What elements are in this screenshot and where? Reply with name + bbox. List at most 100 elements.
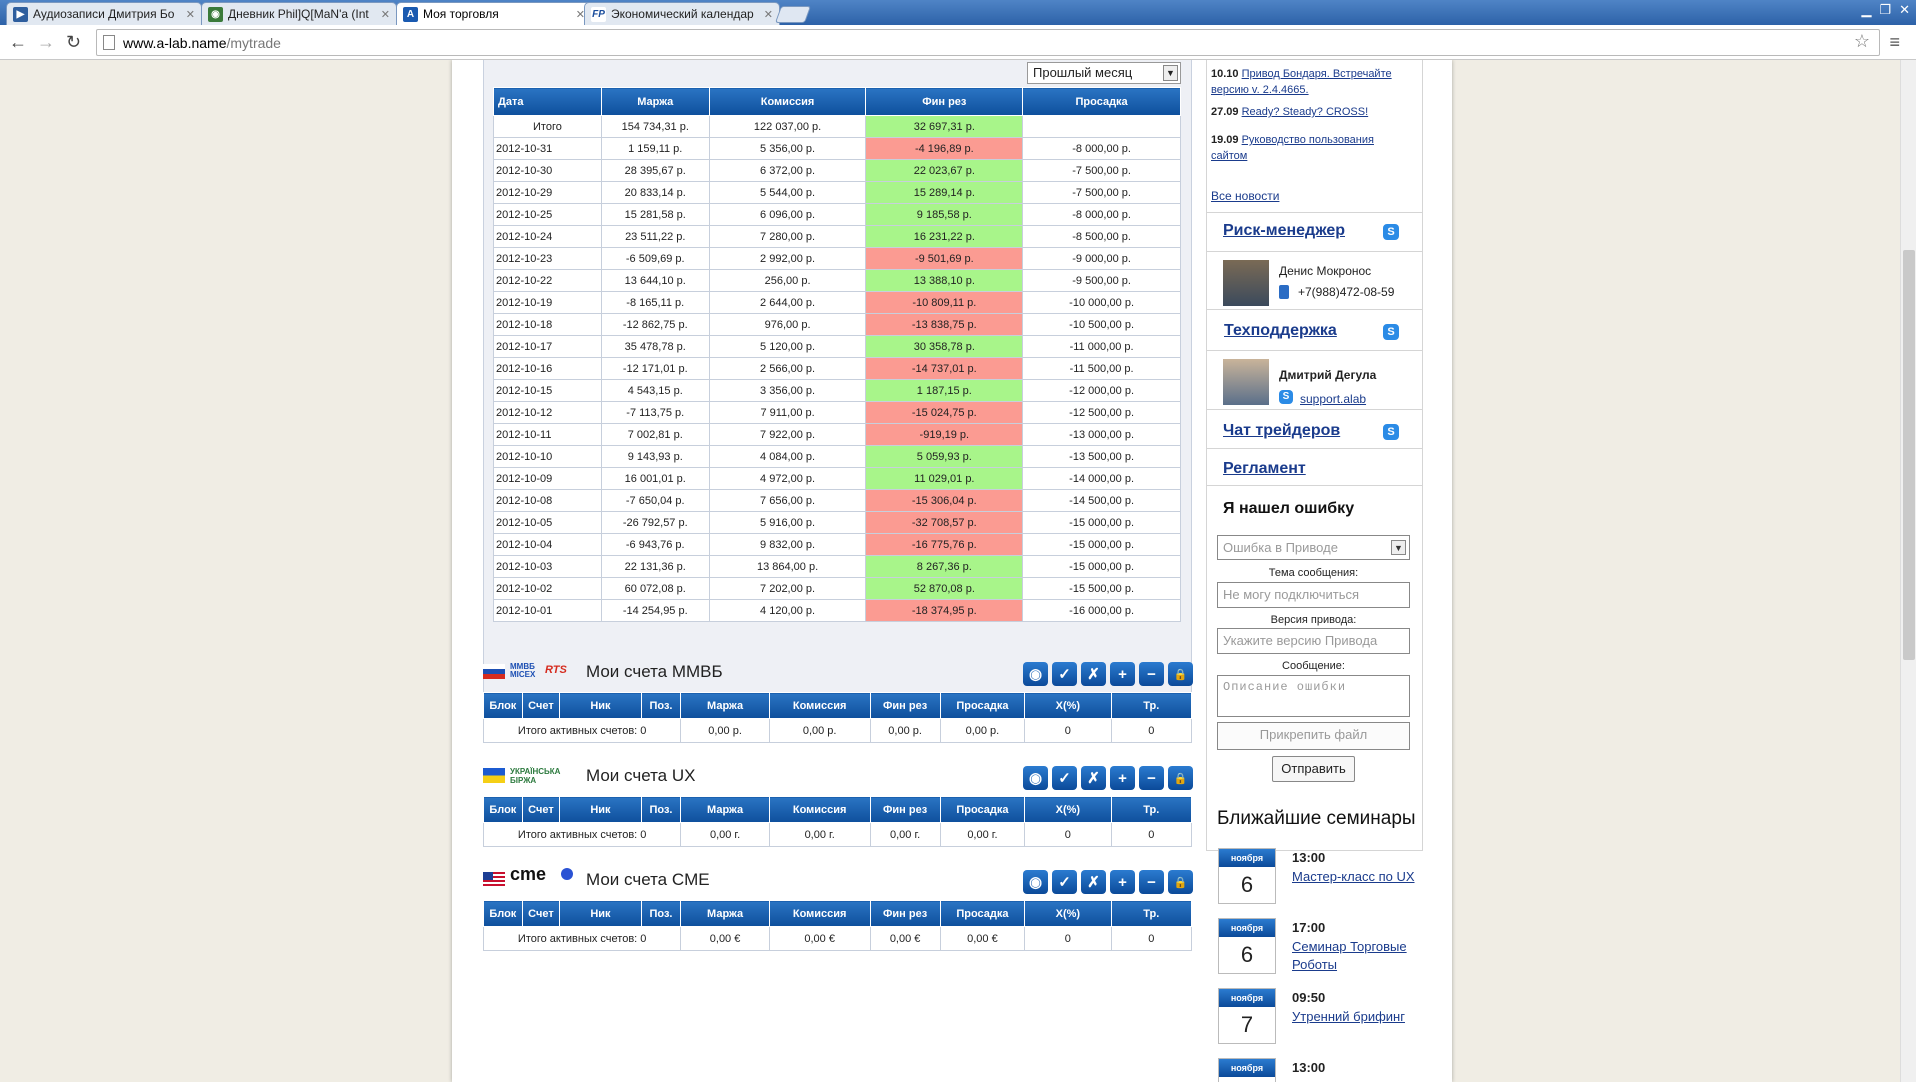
col-block[interactable]: Блок (483, 796, 523, 823)
lock-button[interactable]: 🔒 (1168, 766, 1193, 790)
col-pos[interactable]: Поз. (640, 796, 682, 823)
col-commission[interactable]: Комиссия (768, 900, 871, 927)
col-nick[interactable]: Ник (559, 900, 642, 927)
skype-icon[interactable]: S (1383, 224, 1399, 240)
lock-button[interactable]: 🔒 (1168, 870, 1193, 894)
col-margin[interactable]: Маржа (600, 87, 710, 116)
stats-drawdown-cell: -7 500,00 р. (1022, 181, 1181, 204)
col-tr[interactable]: Тр. (1110, 692, 1193, 719)
new-tab-button[interactable] (774, 6, 812, 23)
message-textarea[interactable]: Описание ошибки (1217, 675, 1410, 717)
col-x[interactable]: X(%) (1024, 796, 1112, 823)
stats-drawdown-cell: -7 500,00 р. (1022, 159, 1181, 182)
add-account-button[interactable]: + (1110, 766, 1135, 790)
col-drawdown[interactable]: Просадка (939, 692, 1026, 719)
col-tr[interactable]: Тр. (1110, 796, 1193, 823)
col-x[interactable]: X(%) (1024, 900, 1112, 927)
reject-button[interactable]: ✗ (1081, 766, 1106, 790)
reload-icon[interactable]: ↻ (66, 32, 81, 53)
risk-manager-link[interactable]: Риск-менеджер (1223, 222, 1345, 240)
attach-label: Прикрепить файл (1259, 727, 1368, 742)
close-icon[interactable]: ✕ (764, 8, 773, 21)
seminar-link[interactable]: Семинар Торговые Роботы (1292, 938, 1417, 974)
tab-audio[interactable]: ▶ Аудиозаписи Дмитрия Бо ✕ (6, 2, 202, 25)
col-result[interactable]: Фин рез (865, 87, 1024, 116)
skype-icon[interactable]: S (1383, 424, 1399, 440)
col-margin[interactable]: Маржа (680, 692, 770, 719)
bookmark-star-icon[interactable]: ☆ (1854, 31, 1870, 52)
approve-button[interactable]: ✓ (1052, 766, 1077, 790)
seminar-link[interactable]: Утренний брифинг (1292, 1008, 1417, 1026)
col-pos[interactable]: Поз. (640, 900, 682, 927)
remove-account-button[interactable]: − (1139, 662, 1164, 686)
col-x[interactable]: X(%) (1024, 692, 1112, 719)
stats-result-cell: 13 388,10 р. (865, 269, 1024, 292)
trader-chat-link[interactable]: Чат трейдеров (1223, 422, 1340, 440)
address-bar[interactable]: www.a-lab.name/mytrade (96, 29, 1880, 56)
attach-file-button[interactable]: Прикрепить файл (1217, 722, 1410, 750)
col-drawdown[interactable]: Просадка (939, 900, 1026, 927)
approve-button[interactable]: ✓ (1052, 870, 1077, 894)
col-date[interactable]: Дата (493, 87, 602, 116)
tab-calendar[interactable]: FP Экономический календар ✕ (584, 2, 780, 25)
skype-icon[interactable]: S (1383, 324, 1399, 340)
all-news-link[interactable]: Все новости (1211, 189, 1279, 203)
scrollbar-thumb[interactable] (1903, 250, 1915, 660)
news-link[interactable]: Привод Бондаря. Встречайте версию v. 2.4… (1211, 68, 1392, 96)
reject-button[interactable]: ✗ (1081, 662, 1106, 686)
col-acct[interactable]: Счет (521, 692, 561, 719)
stats-date-cell: 2012-10-30 (493, 159, 602, 182)
col-acct[interactable]: Счет (521, 900, 561, 927)
col-block[interactable]: Блок (483, 900, 523, 927)
restore-icon[interactable]: ❐ (1879, 2, 1891, 18)
period-select[interactable]: Прошлый месяц ▼ (1027, 62, 1181, 84)
col-drawdown[interactable]: Просадка (939, 796, 1026, 823)
col-result[interactable]: Фин рез (869, 900, 941, 927)
tab-mytrade[interactable]: A Моя торговля ✕ (396, 2, 592, 25)
refresh-button[interactable]: ◉ (1023, 870, 1048, 894)
approve-button[interactable]: ✓ (1052, 662, 1077, 686)
add-account-button[interactable]: + (1110, 662, 1135, 686)
col-commission[interactable]: Комиссия (708, 87, 867, 116)
remove-account-button[interactable]: − (1139, 870, 1164, 894)
col-drawdown[interactable]: Просадка (1022, 87, 1181, 116)
col-block[interactable]: Блок (483, 692, 523, 719)
col-result[interactable]: Фин рез (869, 796, 941, 823)
news-link[interactable]: Ready? Steady? CROSS! (1242, 106, 1369, 118)
refresh-button[interactable]: ◉ (1023, 662, 1048, 686)
tab-title: Дневник Phil]Q[MaN'a (Int (228, 7, 369, 21)
refresh-button[interactable]: ◉ (1023, 766, 1048, 790)
minimize-icon[interactable]: ▁ (1861, 2, 1871, 18)
support-skype-link[interactable]: support.alab (1300, 392, 1366, 406)
wrench-menu-icon[interactable]: ≡ (1889, 32, 1900, 53)
subject-input[interactable]: Не могу подключиться (1217, 582, 1410, 608)
send-button[interactable]: Отправить (1272, 756, 1355, 782)
tab-diary[interactable]: ◉ Дневник Phil]Q[MaN'a (Int ✕ (201, 2, 397, 25)
close-icon[interactable]: ✕ (186, 8, 195, 21)
close-icon[interactable]: ✕ (381, 8, 390, 21)
back-icon[interactable]: ← (9, 32, 27, 53)
rules-link[interactable]: Регламент (1223, 460, 1306, 478)
close-window-icon[interactable]: ✕ (1899, 2, 1910, 18)
col-nick[interactable]: Ник (559, 692, 642, 719)
lock-button[interactable]: 🔒 (1168, 662, 1193, 686)
col-commission[interactable]: Комиссия (768, 692, 871, 719)
col-acct[interactable]: Счет (521, 796, 561, 823)
col-margin[interactable]: Маржа (680, 900, 770, 927)
page-scrollbar[interactable] (1900, 60, 1916, 1082)
col-commission[interactable]: Комиссия (768, 796, 871, 823)
bug-category-select[interactable]: Ошибка в Приводе ▼ (1217, 535, 1410, 560)
seminar-link[interactable]: Мастер-класс по UX (1292, 868, 1417, 886)
forward-icon[interactable]: → (37, 32, 55, 53)
col-result[interactable]: Фин рез (869, 692, 941, 719)
col-pos[interactable]: Поз. (640, 692, 682, 719)
remove-account-button[interactable]: − (1139, 766, 1164, 790)
version-input[interactable]: Укажите версию Привода (1217, 628, 1410, 654)
support-link[interactable]: Техподдержка (1224, 322, 1337, 340)
add-account-button[interactable]: + (1110, 870, 1135, 894)
reject-button[interactable]: ✗ (1081, 870, 1106, 894)
stats-row: 2012-10-12 -7 113,75 р. 7 911,00 р. -15 024… (493, 401, 1181, 424)
col-margin[interactable]: Маржа (680, 796, 770, 823)
col-nick[interactable]: Ник (559, 796, 642, 823)
col-tr[interactable]: Тр. (1110, 900, 1193, 927)
